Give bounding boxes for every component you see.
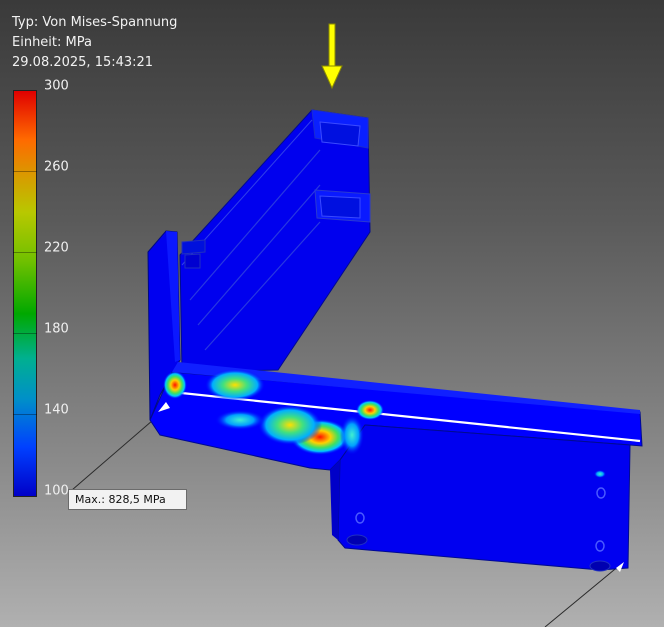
lower-plate [330,424,631,572]
probe-leader-line [71,413,161,491]
model-viewport[interactable] [0,0,664,627]
load-arrow-icon [321,23,343,90]
leader-line [544,564,621,627]
max-stress-probe-label[interactable]: Max.: 828,5 MPa [68,489,187,510]
diagonal-beam [179,109,371,373]
